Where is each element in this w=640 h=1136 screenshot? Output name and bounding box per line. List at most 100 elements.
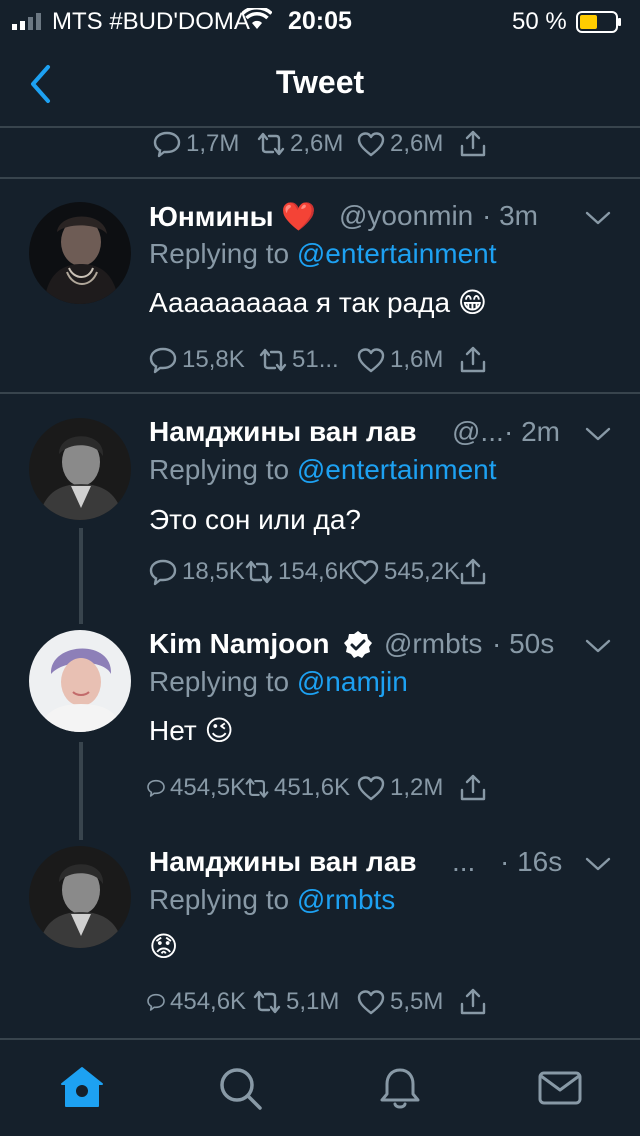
- tweet[interactable]: Намджины ван лав ... · 16s Replying to @…: [0, 826, 640, 1036]
- battery-percent: 50 %: [512, 8, 567, 35]
- avatar[interactable]: [29, 846, 131, 948]
- reply-button[interactable]: 454,6K: [146, 982, 246, 1022]
- verified-badge-icon: [344, 631, 372, 658]
- tweet-actions: 454,5K 451,6K 1,2M: [0, 768, 640, 808]
- signal-icon: [12, 13, 41, 30]
- reply-count: 15,8K: [182, 346, 245, 373]
- messages-icon[interactable]: [536, 1064, 584, 1112]
- reply-icon: [148, 345, 178, 375]
- reply-icon: [146, 773, 166, 803]
- retweet-button[interactable]: 51...: [258, 340, 339, 380]
- display-name[interactable]: Намджины ван лав: [149, 846, 417, 878]
- avatar[interactable]: [29, 202, 131, 304]
- replying-link[interactable]: @rmbts: [297, 884, 395, 915]
- home-icon[interactable]: [58, 1064, 106, 1112]
- replying-label: Replying to: [149, 884, 297, 915]
- like-count: 1,2M: [390, 774, 444, 801]
- handle[interactable]: @yoonmin: [339, 200, 473, 232]
- share-button[interactable]: [458, 124, 488, 164]
- reply-button[interactable]: 454,5K: [146, 768, 246, 808]
- retweet-count: 154,6K: [278, 558, 355, 585]
- replying-to: Replying to @entertainment: [149, 238, 497, 270]
- carrier-name: MTS #BUD'DOMA: [52, 8, 250, 35]
- like-icon: [356, 129, 386, 159]
- reply-button[interactable]: 15,8K: [148, 340, 245, 380]
- like-icon: [350, 557, 380, 587]
- chevron-down-icon[interactable]: [585, 210, 611, 226]
- reply-icon: [148, 557, 178, 587]
- tweet-text: Аааааааааа я так рада 😁: [149, 287, 487, 318]
- reply-icon: [146, 987, 166, 1017]
- tab-bar: [0, 1038, 640, 1136]
- replying-label: Replying to: [149, 666, 297, 697]
- status-time: 20:05: [288, 7, 352, 35]
- retweet-button[interactable]: 154,6K: [244, 552, 354, 592]
- battery-icon: [576, 11, 621, 33]
- like-button[interactable]: 5,5M: [356, 982, 443, 1022]
- retweet-button[interactable]: 451,6K: [244, 768, 350, 808]
- share-button[interactable]: [458, 340, 488, 380]
- handle[interactable]: @rmbts: [384, 628, 482, 660]
- share-button[interactable]: [458, 552, 488, 592]
- retweet-icon: [252, 987, 282, 1017]
- wifi-icon: [242, 8, 272, 29]
- divider: [0, 392, 640, 394]
- like-icon: [356, 345, 386, 375]
- tweet[interactable]: Kim Namjoon @rmbts · 50s Replying to @na…: [0, 612, 640, 824]
- share-icon: [458, 129, 488, 159]
- tweet-actions: 1,7M 2,6M 2,6M: [0, 124, 640, 164]
- handle[interactable]: @...: [452, 416, 504, 448]
- avatar[interactable]: [29, 418, 131, 520]
- chevron-down-icon[interactable]: [585, 426, 611, 442]
- tweet[interactable]: Намджины ван лав @... · 2m Replying to @…: [0, 396, 640, 610]
- status-bar: MTS #BUD'DOMA 20:05 50 %: [0, 0, 640, 42]
- like-button[interactable]: 1,2M: [356, 768, 443, 808]
- replying-link[interactable]: @entertainment: [297, 454, 497, 485]
- tweet-text: Нет 😉: [149, 715, 234, 746]
- reply-button[interactable]: 18,5K: [148, 552, 245, 592]
- chevron-down-icon[interactable]: [585, 856, 611, 872]
- search-icon[interactable]: [216, 1064, 264, 1112]
- reply-count: 1,7M: [186, 130, 240, 157]
- display-name[interactable]: Юнмины ❤️: [149, 200, 316, 233]
- tweet-actions: 454,6K 5,1M 5,5M: [0, 982, 640, 1022]
- timestamp: · 2m: [504, 416, 560, 447]
- reply-count: 454,6K: [170, 988, 247, 1015]
- display-name[interactable]: Намджины ван лав: [149, 416, 417, 448]
- handle[interactable]: ...: [452, 846, 475, 878]
- divider: [0, 177, 640, 179]
- tweet[interactable]: Юнмины ❤️ @yoonmin · 3m Replying to @ent…: [0, 180, 640, 392]
- like-button[interactable]: 1,6M: [356, 340, 443, 380]
- like-button[interactable]: 2,6M: [356, 124, 443, 164]
- replying-link[interactable]: @namjin: [297, 666, 408, 697]
- display-name[interactable]: Kim Namjoon: [149, 628, 329, 660]
- chevron-down-icon[interactable]: [585, 638, 611, 654]
- retweet-icon: [258, 345, 288, 375]
- share-button[interactable]: [458, 768, 488, 808]
- avatar[interactable]: [29, 630, 131, 732]
- retweet-icon: [244, 557, 274, 587]
- share-button[interactable]: [458, 982, 488, 1022]
- retweet-button[interactable]: 2,6M: [256, 124, 343, 164]
- reply-button[interactable]: 1,7M: [152, 124, 239, 164]
- retweet-count: 451,6K: [274, 774, 351, 801]
- timestamp: · 50s: [492, 628, 555, 659]
- tweet-actions: 15,8K 51... 1,6M: [0, 340, 640, 380]
- replying-label: Replying to: [149, 238, 297, 269]
- timestamp: · 16s: [500, 846, 563, 877]
- retweet-button[interactable]: 5,1M: [252, 982, 339, 1022]
- replying-to: Replying to @namjin: [149, 666, 408, 698]
- reply-count: 18,5K: [182, 558, 245, 585]
- replying-to: Replying to @entertainment: [149, 454, 497, 486]
- retweet-count: 5,1M: [286, 988, 340, 1015]
- reply-icon: [152, 129, 182, 159]
- notifications-icon[interactable]: [376, 1064, 424, 1112]
- timestamp: · 3m: [482, 200, 538, 231]
- replying-label: Replying to: [149, 454, 297, 485]
- replying-link[interactable]: @entertainment: [297, 238, 497, 269]
- tweet-text: 😟: [149, 931, 179, 962]
- like-icon: [356, 773, 386, 803]
- like-button[interactable]: 545,2K: [350, 552, 460, 592]
- share-icon: [458, 345, 488, 375]
- retweet-icon: [256, 129, 286, 159]
